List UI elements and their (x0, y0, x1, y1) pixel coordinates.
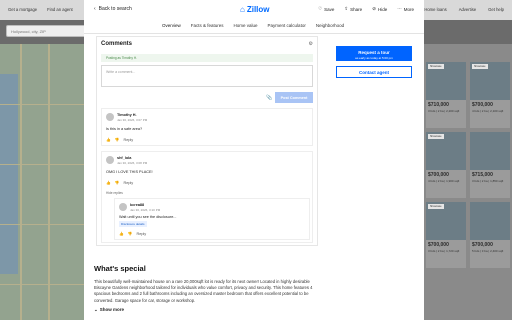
background-nav-right: Home loans Advertise Get help (424, 7, 504, 12)
zillow-logo[interactable]: ⌂ Zillow (240, 5, 270, 14)
posting-as-banner: Posting as Timothy H. (101, 54, 313, 62)
background-search-input[interactable]: Hollywood, city, ZIP (6, 25, 94, 37)
comment-input[interactable]: Write a comment... (101, 65, 313, 87)
reply-text: Wait until you see the disclosure... (119, 215, 177, 219)
reply-button[interactable]: Reply (136, 232, 146, 236)
thumbs-down-icon[interactable]: 👎 (115, 180, 120, 185)
comment-text: Is this in a safe area? (106, 127, 143, 131)
save-label: Save (324, 6, 335, 12)
hide-label: Hide (377, 6, 388, 12)
comment-text: OMG I LOVE THIS PLACE! (106, 170, 153, 174)
hide-button[interactable]: ⊘ Hide (372, 6, 387, 12)
listing-card[interactable]: $715,000 3 bds | 2 ba | 1,850 sqft (470, 132, 510, 198)
back-to-search-button[interactable]: ‹ Back to search (94, 6, 132, 12)
heart-icon: ♡ (318, 6, 323, 11)
request-tour-label: Request a tour (358, 49, 390, 55)
listing-card[interactable]: Showcase $710,000 3 bds | 2 ba | 2,200 s… (426, 62, 466, 128)
chevron-down-icon: ⌄ (94, 307, 98, 312)
comment-reactions: 👍 👎 Reply (106, 137, 133, 143)
nav-mortgage[interactable]: Get a mortgage (8, 7, 37, 12)
background-map[interactable] (0, 44, 84, 320)
thumbs-up-icon[interactable]: 👍 (106, 180, 111, 185)
nav-advertise[interactable]: Advertise (459, 7, 476, 12)
share-label: Share (350, 6, 363, 12)
attachment-icon[interactable]: 📎 (266, 95, 272, 101)
listing-card[interactable]: $700,000 5 bds | 3 ba | 2,400 sqft (470, 202, 510, 268)
thumbs-down-icon[interactable]: 👎 (115, 137, 120, 142)
reply-reactions: 👍 👎 Reply (119, 231, 146, 237)
back-label: Back to search (98, 6, 132, 12)
share-icon: ⇪ (344, 6, 349, 11)
comment-date: Jan 30, 2026, 3:07 PM (117, 118, 148, 122)
listing-card[interactable]: Showcase $700,000 4 bds | 2 ba | 2,100 s… (470, 62, 510, 128)
post-comment-button[interactable]: Post Comment (275, 92, 313, 103)
thumbs-up-icon[interactable]: 👍 (106, 137, 111, 142)
avatar[interactable] (106, 113, 114, 121)
comment-author[interactable]: Timothy H. (117, 113, 137, 117)
property-modal: ‹ Back to search ⌂ Zillow ♡ Save ⇪ Share… (84, 0, 424, 320)
gear-icon[interactable]: ⚙ (309, 41, 313, 47)
whats-special-title: What's special (94, 264, 146, 273)
house-logo-icon: ⌂ (240, 5, 245, 14)
thumbs-up-icon[interactable]: 👍 (119, 231, 124, 236)
modal-topbar: ‹ Back to search ⌂ Zillow ♡ Save ⇪ Share… (84, 0, 424, 20)
contact-agent-button[interactable]: Contact agent (336, 66, 412, 78)
avatar[interactable] (119, 203, 127, 211)
thumbs-down-icon[interactable]: 👎 (128, 231, 133, 236)
background-nav-left: Get a mortgage Find an agent (8, 7, 73, 12)
request-tour-sub: as early as today at 5:00 pm (355, 55, 393, 60)
nav-home-loans[interactable]: Home loans (424, 7, 446, 12)
reply-card: kcrea88 Jan 30, 2026, 3:10 PM Wait until… (114, 198, 310, 240)
share-button[interactable]: ⇪ Share (344, 6, 362, 12)
hide-icon: ⊘ (372, 6, 376, 11)
reply-date: Jan 30, 2026, 3:10 PM (130, 208, 161, 212)
comments-panel: Comments ⚙ Posting as Timothy H. Write a… (96, 36, 318, 246)
more-icon: ⋯ (397, 6, 402, 11)
background-listings: Showcase $710,000 3 bds | 2 ba | 2,200 s… (424, 44, 512, 320)
reply-button[interactable]: Reply (123, 181, 133, 185)
more-label: More (403, 6, 414, 12)
comment-date: Jan 30, 2026, 3:08 PM (117, 161, 148, 165)
comment-reactions: 👍 👎 Reply (106, 180, 133, 186)
whats-special-description: This beautifully well-maintained house o… (94, 279, 313, 303)
nav-help[interactable]: Get help (488, 7, 504, 12)
show-more-button[interactable]: ⌄ Show more (94, 307, 124, 313)
logo-text: Zillow (246, 5, 270, 14)
reply-button[interactable]: Reply (123, 138, 133, 142)
hide-replies-button[interactable]: Hide replies (106, 191, 123, 195)
shared-link[interactable]: Disclosure details (119, 221, 147, 227)
tabs-divider (84, 33, 424, 34)
comments-title: Comments (101, 41, 133, 47)
save-button[interactable]: ♡ Save (318, 6, 334, 12)
comment-author[interactable]: shf_lola (117, 156, 131, 160)
request-tour-button[interactable]: Request a tour as early as today at 5:00… (336, 46, 412, 61)
modal-actions: ♡ Save ⇪ Share ⊘ Hide ⋯ More (318, 6, 414, 12)
chevron-left-icon: ‹ (94, 6, 96, 12)
nav-agent[interactable]: Find an agent (47, 7, 73, 12)
comment-card: Timothy H. Jan 30, 2026, 3:07 PM Is this… (101, 108, 313, 146)
comment-card: shf_lola Jan 30, 2026, 3:08 PM OMG I LOV… (101, 151, 313, 243)
show-more-label: Show more (99, 307, 125, 312)
more-button[interactable]: ⋯ More (397, 6, 414, 12)
listing-card[interactable]: Showcase $700,000 3 bds | 2 ba | 1,720 s… (426, 202, 466, 268)
reply-author[interactable]: kcrea88 (130, 203, 144, 207)
avatar[interactable] (106, 156, 114, 164)
listing-card[interactable]: Showcase $700,000 4 bds | 2 ba | 1,900 s… (426, 132, 466, 198)
